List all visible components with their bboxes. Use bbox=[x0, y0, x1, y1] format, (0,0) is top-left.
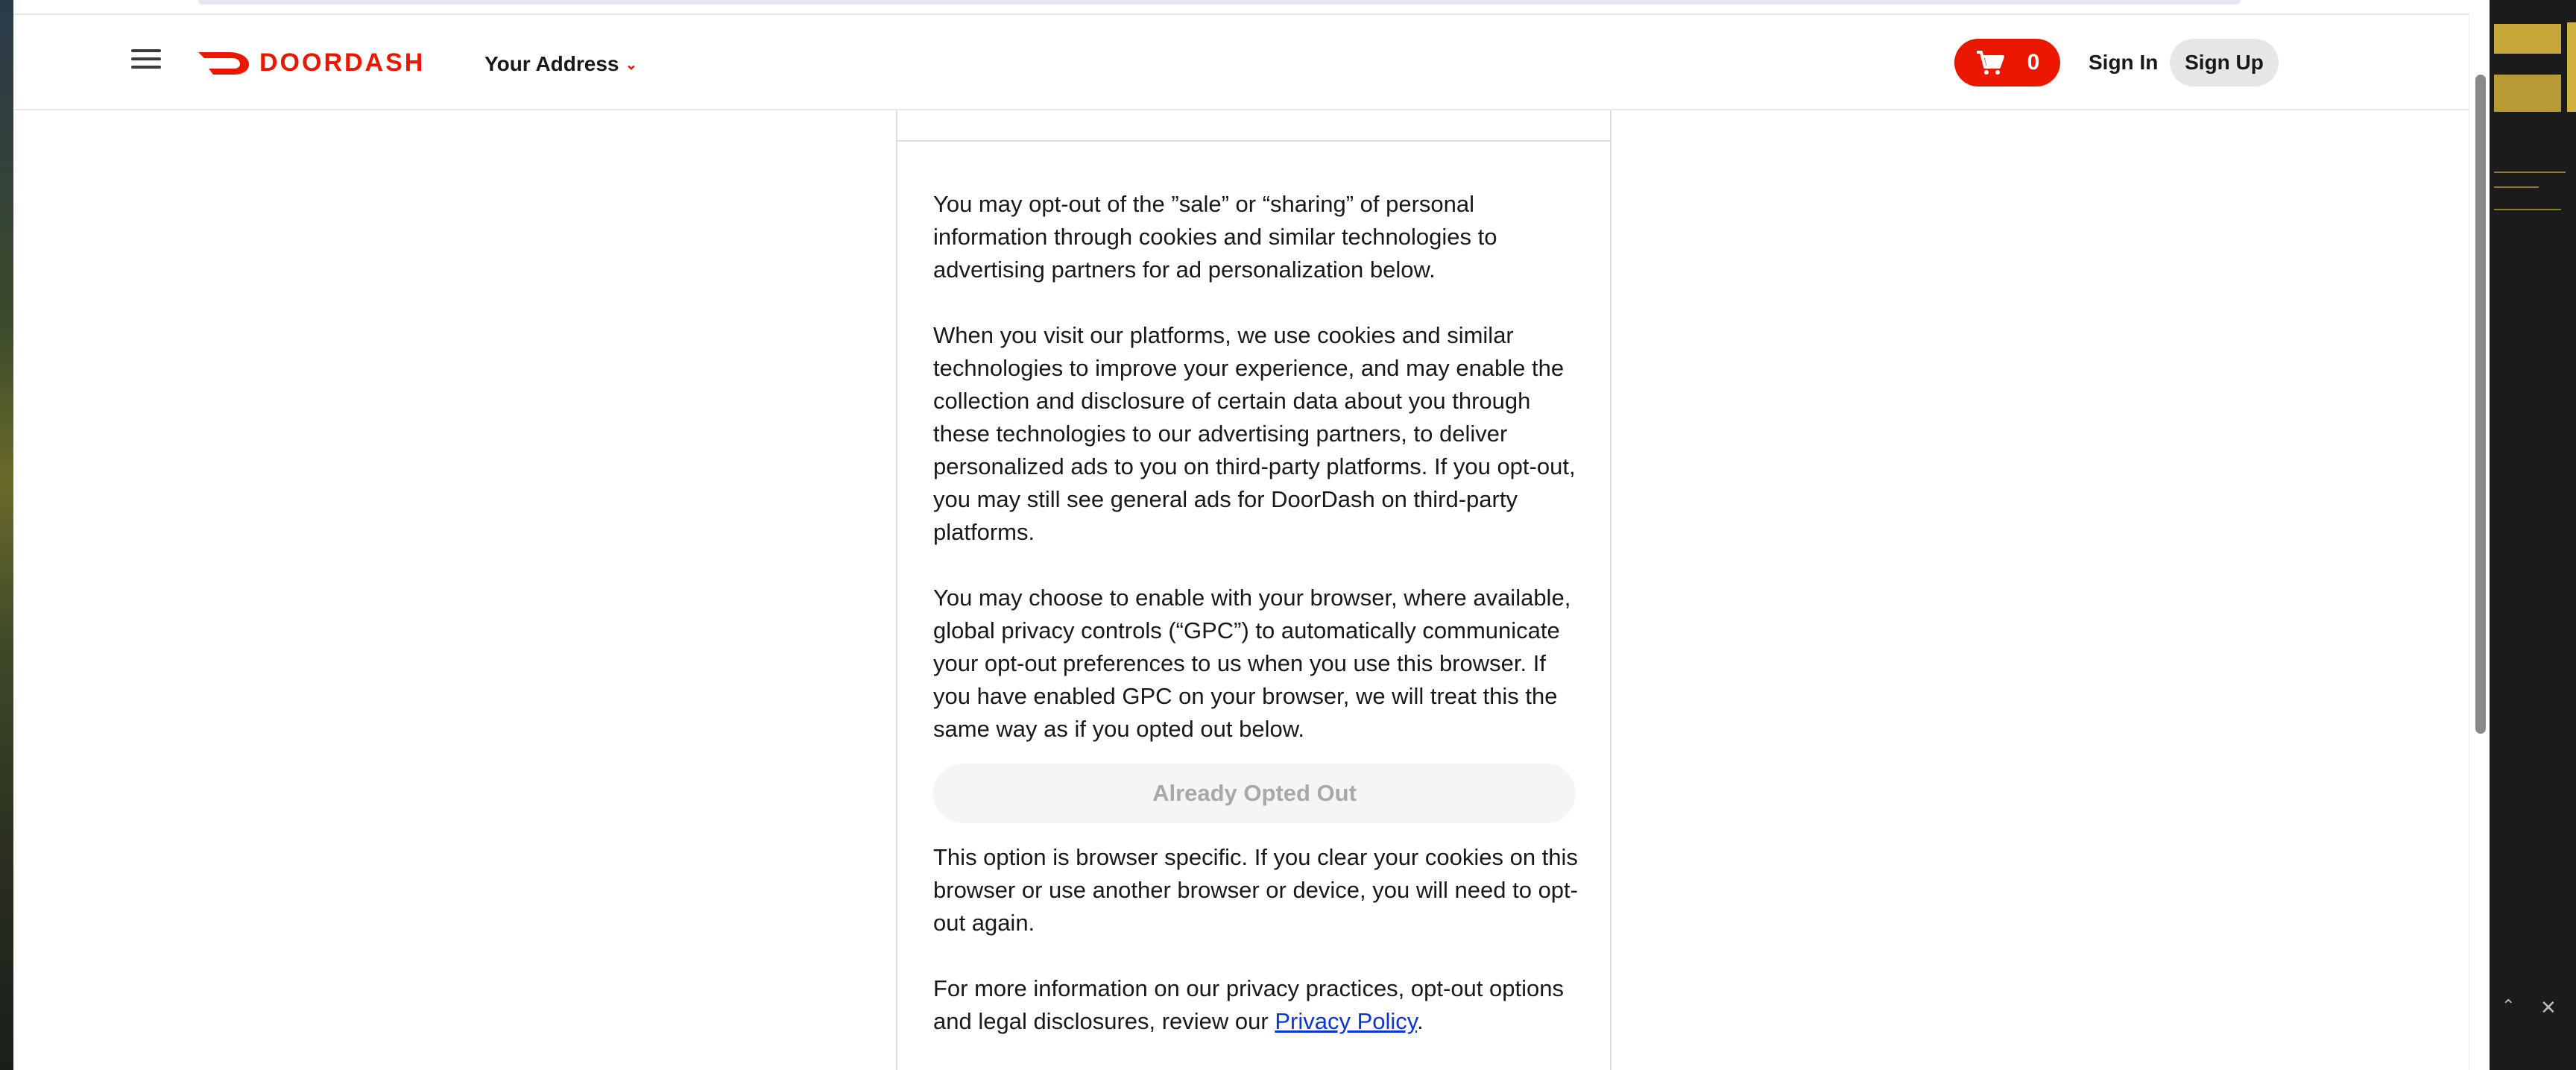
opt-out-intro: You may opt-out of the ”sale” or “sharin… bbox=[933, 191, 1497, 283]
panel-body: You may opt-out of the ”sale” or “sharin… bbox=[933, 188, 1582, 1070]
doordash-logo[interactable]: DOORDASH bbox=[197, 46, 425, 79]
address-label: Your Address bbox=[484, 52, 619, 75]
chevron-up-icon[interactable]: ⌃ bbox=[2501, 996, 2515, 1016]
site-header: DOORDASH Your Address ⌄ 0 Sign In Sign U… bbox=[13, 13, 2490, 110]
privacy-info: For more information on our privacy prac… bbox=[933, 975, 1564, 1034]
sign-up-button[interactable]: Sign Up bbox=[2170, 39, 2279, 86]
sign-in-button[interactable]: Sign In bbox=[2080, 39, 2167, 86]
doordash-logo-icon bbox=[198, 52, 249, 75]
cart-icon bbox=[1976, 51, 2004, 75]
top-strip bbox=[13, 0, 2490, 13]
gpc-explanation: You may choose to enable with your brows… bbox=[933, 585, 1571, 742]
close-icon[interactable]: ✕ bbox=[2540, 996, 2557, 1019]
desktop-background bbox=[0, 0, 13, 1070]
address-selector[interactable]: Your Address ⌄ bbox=[484, 52, 637, 76]
hamburger-menu-icon[interactable] bbox=[131, 49, 161, 75]
browser-viewport: DOORDASH Your Address ⌄ 0 Sign In Sign U… bbox=[13, 0, 2490, 1070]
scrollbar-thumb[interactable] bbox=[2475, 75, 2486, 734]
already-opted-out-button[interactable]: Already Opted Out bbox=[933, 764, 1576, 823]
brand-name: DOORDASH bbox=[259, 48, 426, 77]
cart-button[interactable]: 0 bbox=[1954, 39, 2060, 86]
side-window: ⌃ ✕ bbox=[2490, 0, 2576, 1070]
panel-divider bbox=[897, 140, 1610, 142]
privacy-panel: You may opt-out of the ”sale” or “sharin… bbox=[896, 110, 1611, 1070]
cart-count: 0 bbox=[2027, 50, 2040, 75]
privacy-policy-link[interactable]: Privacy Policy bbox=[1275, 1008, 1417, 1034]
cookies-explanation: When you visit our platforms, we use coo… bbox=[933, 322, 1576, 545]
chevron-down-icon: ⌄ bbox=[625, 56, 638, 73]
page-scrollbar[interactable] bbox=[2469, 13, 2490, 1070]
browser-specific-note: This option is browser specific. If you … bbox=[933, 844, 1578, 936]
